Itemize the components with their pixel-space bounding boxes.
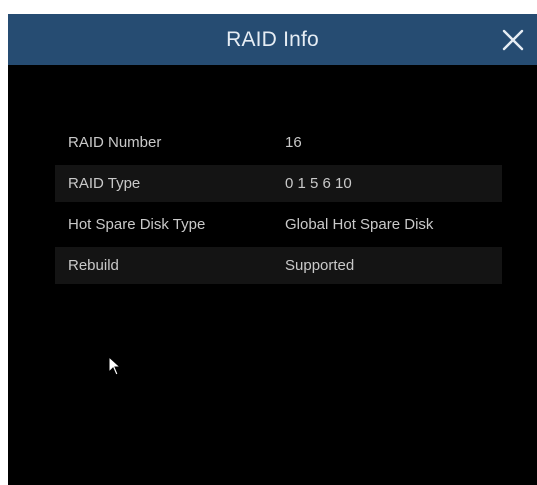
- rebuild-value: Supported: [285, 257, 355, 274]
- close-icon: [502, 29, 524, 51]
- dialog-title: RAID Info: [226, 28, 319, 51]
- raid-number-row: RAID Number 16: [55, 124, 502, 161]
- raid-number-label: RAID Number: [68, 134, 162, 151]
- raid-number-value: 16: [285, 134, 302, 151]
- raid-type-value: 0 1 5 6 10: [285, 175, 352, 192]
- hot-spare-disk-type-label: Hot Spare Disk Type: [68, 216, 206, 233]
- raid-info-table: RAID Number 16 RAID Type 0 1 5 6 10 Hot …: [55, 124, 502, 288]
- rebuild-label: Rebuild: [68, 257, 119, 274]
- screen: RAID Info RAID Number 16 RAID Type 0 1 5…: [0, 0, 537, 485]
- dialog-titlebar: RAID Info: [8, 14, 537, 65]
- mouse-pointer-icon: [108, 355, 122, 381]
- hot-spare-disk-type-value: Global Hot Spare Disk: [285, 216, 434, 233]
- rebuild-row: Rebuild Supported: [55, 247, 502, 284]
- raid-type-row: RAID Type 0 1 5 6 10: [55, 165, 502, 202]
- close-button[interactable]: [499, 26, 527, 54]
- raid-type-label: RAID Type: [68, 175, 141, 192]
- hot-spare-disk-type-row: Hot Spare Disk Type Global Hot Spare Dis…: [55, 206, 502, 243]
- raid-info-dialog: RAID Info RAID Number 16 RAID Type 0 1 5…: [8, 14, 537, 485]
